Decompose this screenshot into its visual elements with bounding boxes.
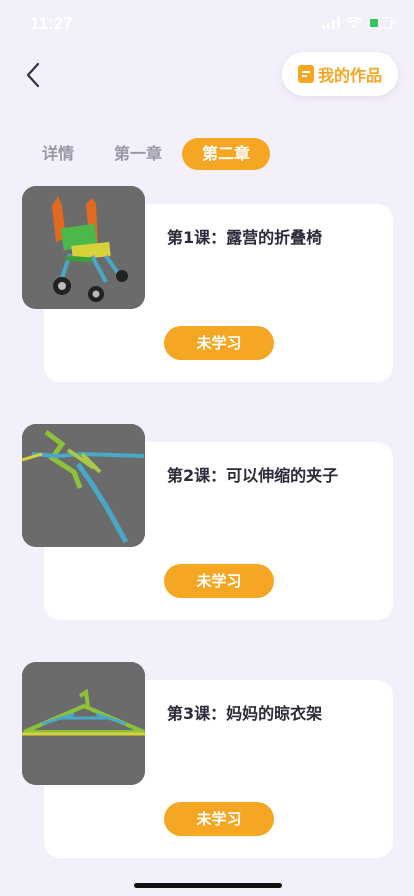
chapter-tabs: 详情 第一章 第二章 <box>22 138 271 170</box>
lesson-item-1[interactable]: 第1课：露营的折叠椅 未学习 <box>0 186 414 382</box>
chevron-left-icon <box>26 62 40 88</box>
lesson-item-2[interactable]: 第2课：可以伸缩的夹子 未学习 <box>0 424 414 620</box>
wifi-icon <box>346 17 362 29</box>
lesson-thumbnail-clothes-hanger[interactable] <box>22 662 145 785</box>
signal-icon <box>322 17 340 29</box>
tab-chapter-1[interactable]: 第一章 <box>94 138 182 170</box>
tab-details[interactable]: 详情 <box>22 138 94 170</box>
lesson-thumbnail-extendable-clip[interactable] <box>22 424 145 547</box>
lesson-item-3[interactable]: 第3课：妈妈的晾衣架 未学习 <box>0 662 414 858</box>
lesson-title: 第2课：可以伸缩的夹子 <box>167 466 339 485</box>
status-icons <box>322 17 395 29</box>
my-works-label: 我的作品 <box>317 66 382 85</box>
home-indicator[interactable] <box>134 883 282 888</box>
tab-chapter-2[interactable]: 第二章 <box>182 138 271 170</box>
lesson-title: 第1课：露营的折叠椅 <box>167 228 323 247</box>
lesson-title: 第3课：妈妈的晾衣架 <box>167 704 323 723</box>
document-icon <box>297 65 314 83</box>
battery-icon <box>368 17 395 29</box>
status-bar: 11:27 <box>0 0 414 44</box>
clothes-hanger-image <box>22 662 145 785</box>
my-works-button[interactable]: 我的作品 <box>282 52 398 96</box>
status-time: 11:27 <box>30 14 73 33</box>
not-studied-button[interactable]: 未学习 <box>164 564 274 598</box>
lesson-thumbnail-folding-chair[interactable] <box>22 186 145 309</box>
extendable-clip-image <box>22 424 145 547</box>
not-studied-button[interactable]: 未学习 <box>164 802 274 836</box>
not-studied-button[interactable]: 未学习 <box>164 326 274 360</box>
back-button[interactable] <box>22 60 46 90</box>
folding-chair-image <box>22 186 145 309</box>
